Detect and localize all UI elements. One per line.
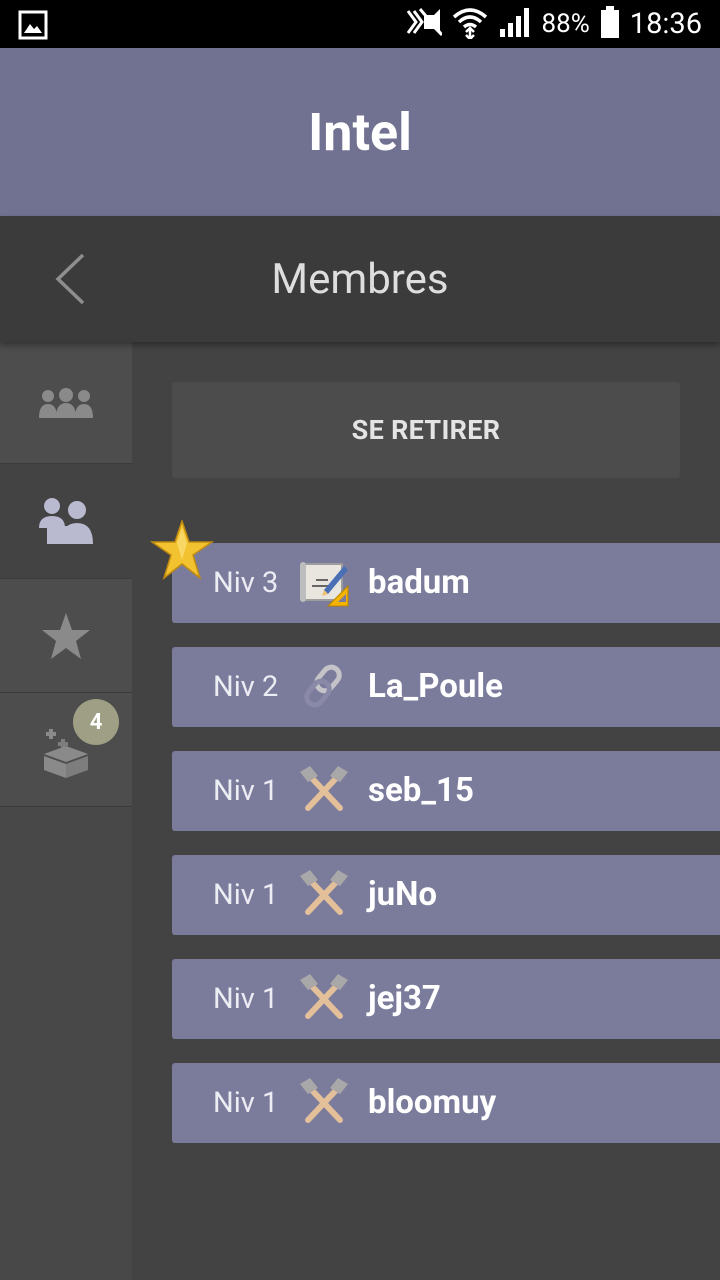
app-header: Intel (0, 48, 720, 216)
signal-icon (498, 5, 532, 43)
member-row-juno[interactable]: Niv 1 juNo (172, 855, 720, 935)
crossed-axes-icon (300, 766, 348, 811)
member-level: Niv 1 (213, 878, 279, 912)
member-row-seb-15[interactable]: Niv 1 seb_15 (172, 751, 720, 831)
back-button[interactable] (40, 246, 100, 312)
member-name: badum (368, 563, 470, 602)
member-level: Niv 1 (213, 982, 279, 1016)
link-icon (304, 664, 342, 708)
sidebar-item-members[interactable] (0, 464, 132, 579)
member-row-badum[interactable]: Niv 3 badum (172, 543, 720, 623)
blueprint-icon (300, 562, 349, 607)
member-name: bloomuy (368, 1083, 497, 1122)
member-row-jej37[interactable]: Niv 1 jej37 (172, 959, 720, 1039)
member-name: juNo (368, 875, 437, 914)
crossed-axes-icon (300, 1078, 348, 1123)
sidebar: 4 (0, 342, 132, 1280)
withdraw-button[interactable]: SE RETIRER (172, 382, 680, 478)
sub-header: Membres (0, 216, 720, 342)
wifi-icon (452, 5, 488, 43)
member-name: La_Poule (368, 667, 503, 706)
member-row-la-poule[interactable]: Niv 2 La_Poule (172, 647, 720, 727)
sidebar-item-requests[interactable]: 4 (0, 693, 132, 807)
crossed-axes-icon (300, 974, 348, 1019)
member-level: Niv 2 (213, 670, 279, 704)
member-name: seb_15 (368, 771, 474, 810)
member-level: Niv 1 (213, 1086, 279, 1120)
sidebar-item-favorites[interactable] (0, 579, 132, 693)
clock: 18:36 (629, 7, 702, 41)
battery-icon (600, 6, 620, 42)
member-name: jej37 (368, 979, 441, 1018)
battery-percent: 88% (541, 9, 590, 39)
status-bar: 88% 18:36 (0, 0, 720, 48)
page-title: Intel (308, 101, 412, 163)
notification-badge: 4 (73, 699, 119, 745)
leader-star-icon (150, 520, 214, 580)
star-icon (42, 612, 90, 659)
member-level: Niv 1 (213, 774, 279, 808)
crossed-axes-icon (300, 870, 348, 915)
sidebar-item-group[interactable] (0, 342, 132, 464)
section-title: Membres (271, 254, 449, 304)
back-chevron-icon (55, 253, 85, 305)
member-row-bloomuy[interactable]: Niv 1 bloomuy (172, 1063, 720, 1143)
nfc-icon (404, 7, 443, 41)
group-icon (39, 387, 93, 418)
member-level: Niv 3 (213, 566, 279, 600)
gallery-notification-icon (18, 10, 48, 44)
members-icon (39, 498, 93, 544)
